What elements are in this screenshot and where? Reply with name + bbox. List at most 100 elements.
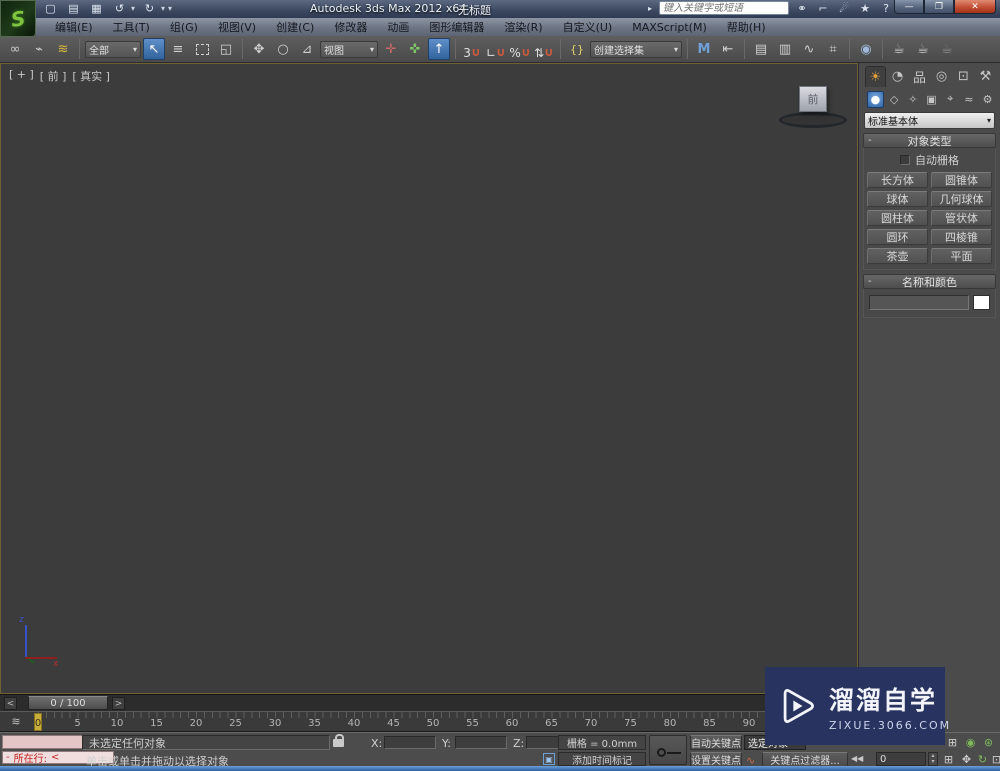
open-file-button[interactable]: ▤ bbox=[65, 1, 82, 16]
spinner-down-icon[interactable]: ▾ bbox=[931, 759, 934, 765]
category-cameras[interactable]: ▣ bbox=[923, 91, 940, 108]
layer-manager-icon[interactable]: ▤ bbox=[750, 38, 772, 60]
button-plane[interactable]: 平面 bbox=[931, 248, 992, 264]
category-systems[interactable]: ⚙ bbox=[979, 91, 996, 108]
menu-rendering[interactable]: 渲染(R) bbox=[495, 18, 551, 36]
edit-named-selection-sets-icon[interactable]: {} bbox=[566, 38, 588, 60]
category-shapes[interactable]: ◇ bbox=[886, 91, 903, 108]
menu-create[interactable]: 创建(C) bbox=[267, 18, 323, 36]
set-keys-button[interactable] bbox=[649, 735, 687, 765]
button-box[interactable]: 长方体 bbox=[867, 172, 928, 188]
tab-utilities[interactable]: ⚒ bbox=[975, 66, 996, 87]
viewport-front[interactable]: [ + ] [ 前 ] [ 真实 ] 前 z x bbox=[0, 63, 858, 694]
close-button[interactable]: ✕ bbox=[954, 0, 996, 14]
material-editor-icon[interactable]: ◉ bbox=[855, 38, 877, 60]
undo-dropdown-icon[interactable]: ▾ bbox=[131, 4, 135, 13]
unlink-selection-icon[interactable]: ⌁ bbox=[28, 38, 50, 60]
reference-coordsys-dropdown[interactable]: 视图 ▾ bbox=[320, 40, 378, 58]
button-geosphere[interactable]: 几何球体 bbox=[931, 191, 992, 207]
minimize-button[interactable]: — bbox=[894, 0, 924, 14]
undo-button[interactable]: ↺ bbox=[111, 1, 128, 16]
snap-toggle-3d-icon[interactable]: 3 ∩ bbox=[461, 38, 483, 60]
menu-maxscript[interactable]: MAXScript(M) bbox=[623, 20, 716, 35]
schematic-view-icon[interactable]: ⌗ bbox=[822, 38, 844, 60]
menu-tools[interactable]: 工具(T) bbox=[104, 18, 159, 36]
viewcube-ring-icon[interactable] bbox=[779, 112, 847, 128]
next-frame-button[interactable]: > bbox=[112, 697, 125, 710]
keyboard-shortcut-override-toggle[interactable]: ↑ bbox=[428, 38, 450, 60]
tab-hierarchy[interactable]: 品 bbox=[909, 66, 930, 87]
render-production-icon[interactable]: ☕ bbox=[936, 38, 958, 60]
viewport-menu-shading[interactable]: [ 真实 ] bbox=[72, 68, 110, 84]
button-cylinder[interactable]: 圆柱体 bbox=[867, 210, 928, 226]
graphite-modeling-toggle-icon[interactable]: ▥ bbox=[774, 38, 796, 60]
category-helpers[interactable]: ⌖ bbox=[942, 91, 959, 108]
rollout-object-type-header[interactable]: - 对象类型 bbox=[863, 133, 996, 148]
save-file-button[interactable]: ▦ bbox=[88, 1, 105, 16]
current-frame-field[interactable]: 0 bbox=[876, 752, 926, 766]
autogrid-checkbox[interactable] bbox=[900, 155, 910, 165]
selection-lock-icon[interactable] bbox=[333, 734, 344, 747]
redo-dropdown-icon[interactable]: ▾ bbox=[161, 4, 165, 13]
angle-snap-toggle-icon[interactable]: ∟ ∩ bbox=[485, 38, 507, 60]
button-teapot[interactable]: 茶壶 bbox=[867, 248, 928, 264]
button-tube[interactable]: 管状体 bbox=[931, 210, 992, 226]
go-to-start-icon[interactable]: ◀◀ bbox=[851, 754, 863, 763]
viewcube[interactable]: 前 bbox=[773, 82, 853, 138]
add-time-tag-button[interactable]: 添加时间标记 bbox=[558, 752, 646, 767]
percent-snap-toggle-icon[interactable]: % ∩ bbox=[509, 38, 531, 60]
window-crossing-toggle-icon[interactable]: ◱ bbox=[215, 38, 237, 60]
x-coord-field[interactable] bbox=[384, 736, 436, 749]
object-color-swatch[interactable] bbox=[973, 295, 990, 310]
rollout-name-color-header[interactable]: - 名称和颜色 bbox=[863, 274, 996, 289]
primitive-category-dropdown[interactable]: 标准基本体 ▾ bbox=[864, 112, 995, 129]
help-icon[interactable]: ? bbox=[878, 2, 894, 15]
pan-view-icon[interactable]: ✥ bbox=[958, 752, 975, 767]
align-icon[interactable]: ⇤ bbox=[717, 38, 739, 60]
select-and-rotate-icon[interactable]: ○ bbox=[272, 38, 294, 60]
new-file-button[interactable]: ▢ bbox=[42, 1, 59, 16]
menu-group[interactable]: 组(G) bbox=[161, 18, 207, 36]
tab-create[interactable]: ☀ bbox=[865, 66, 886, 87]
time-slider-track[interactable]: < 0 / 100 > bbox=[0, 694, 858, 711]
mirror-icon[interactable]: M bbox=[693, 38, 715, 60]
infocenter-expand-icon[interactable]: ▸ bbox=[646, 4, 654, 13]
menu-customize[interactable]: 自定义(U) bbox=[554, 18, 622, 36]
named-selection-sets-dropdown[interactable]: 创建选择集 ▾ bbox=[590, 40, 682, 58]
menu-views[interactable]: 视图(V) bbox=[209, 18, 265, 36]
rectangular-selection-region-icon[interactable] bbox=[191, 38, 213, 60]
zoom-region-icon[interactable]: ⊛ bbox=[980, 735, 997, 750]
category-geometry[interactable]: ● bbox=[867, 90, 884, 108]
maximize-viewport-toggle-icon[interactable]: ⊡ bbox=[988, 752, 1000, 767]
tab-modify[interactable]: ◔ bbox=[887, 66, 908, 87]
button-cone[interactable]: 圆锥体 bbox=[931, 172, 992, 188]
button-sphere[interactable]: 球体 bbox=[867, 191, 928, 207]
spinner-snap-toggle-icon[interactable]: ⇅ ∩ bbox=[533, 38, 555, 60]
menu-edit[interactable]: 编辑(E) bbox=[46, 18, 102, 36]
zoom-extents-all-icon[interactable]: ⊞ bbox=[944, 735, 961, 750]
button-torus[interactable]: 圆环 bbox=[867, 229, 928, 245]
select-and-move-icon[interactable]: ✥ bbox=[248, 38, 270, 60]
render-setup-icon[interactable]: ☕ bbox=[888, 38, 910, 60]
tab-motion[interactable]: ◎ bbox=[931, 66, 952, 87]
time-slider-handle[interactable]: 0 / 100 bbox=[28, 696, 108, 710]
search-icon[interactable]: ⚭ bbox=[794, 2, 810, 15]
category-spacewarps[interactable]: ≈ bbox=[961, 91, 978, 108]
tab-display[interactable]: ⊡ bbox=[953, 66, 974, 87]
select-by-name-icon[interactable]: ≡ bbox=[167, 38, 189, 60]
bind-to-spacewarp-icon[interactable]: ≋ bbox=[52, 38, 74, 60]
menu-graph-editors[interactable]: 图形编辑器 bbox=[420, 18, 493, 36]
menu-help[interactable]: 帮助(H) bbox=[718, 18, 775, 36]
button-pyramid[interactable]: 四棱锥 bbox=[931, 229, 992, 245]
y-coord-field[interactable] bbox=[455, 736, 507, 749]
frame-spinner[interactable]: ▴ ▾ bbox=[928, 752, 938, 766]
select-and-scale-icon[interactable]: ⊿ bbox=[296, 38, 318, 60]
object-name-input[interactable] bbox=[869, 295, 969, 310]
redo-button[interactable]: ↻ bbox=[141, 1, 158, 16]
menu-animation[interactable]: 动画 bbox=[378, 18, 418, 36]
rendered-frame-window-icon[interactable]: ☕ bbox=[912, 38, 934, 60]
previous-frame-button[interactable]: < bbox=[4, 697, 17, 710]
viewport-menu-general[interactable]: [ + ] bbox=[9, 68, 34, 84]
select-and-link-icon[interactable]: ∞ bbox=[4, 38, 26, 60]
communication-center-icon[interactable]: ☄ bbox=[836, 2, 852, 15]
